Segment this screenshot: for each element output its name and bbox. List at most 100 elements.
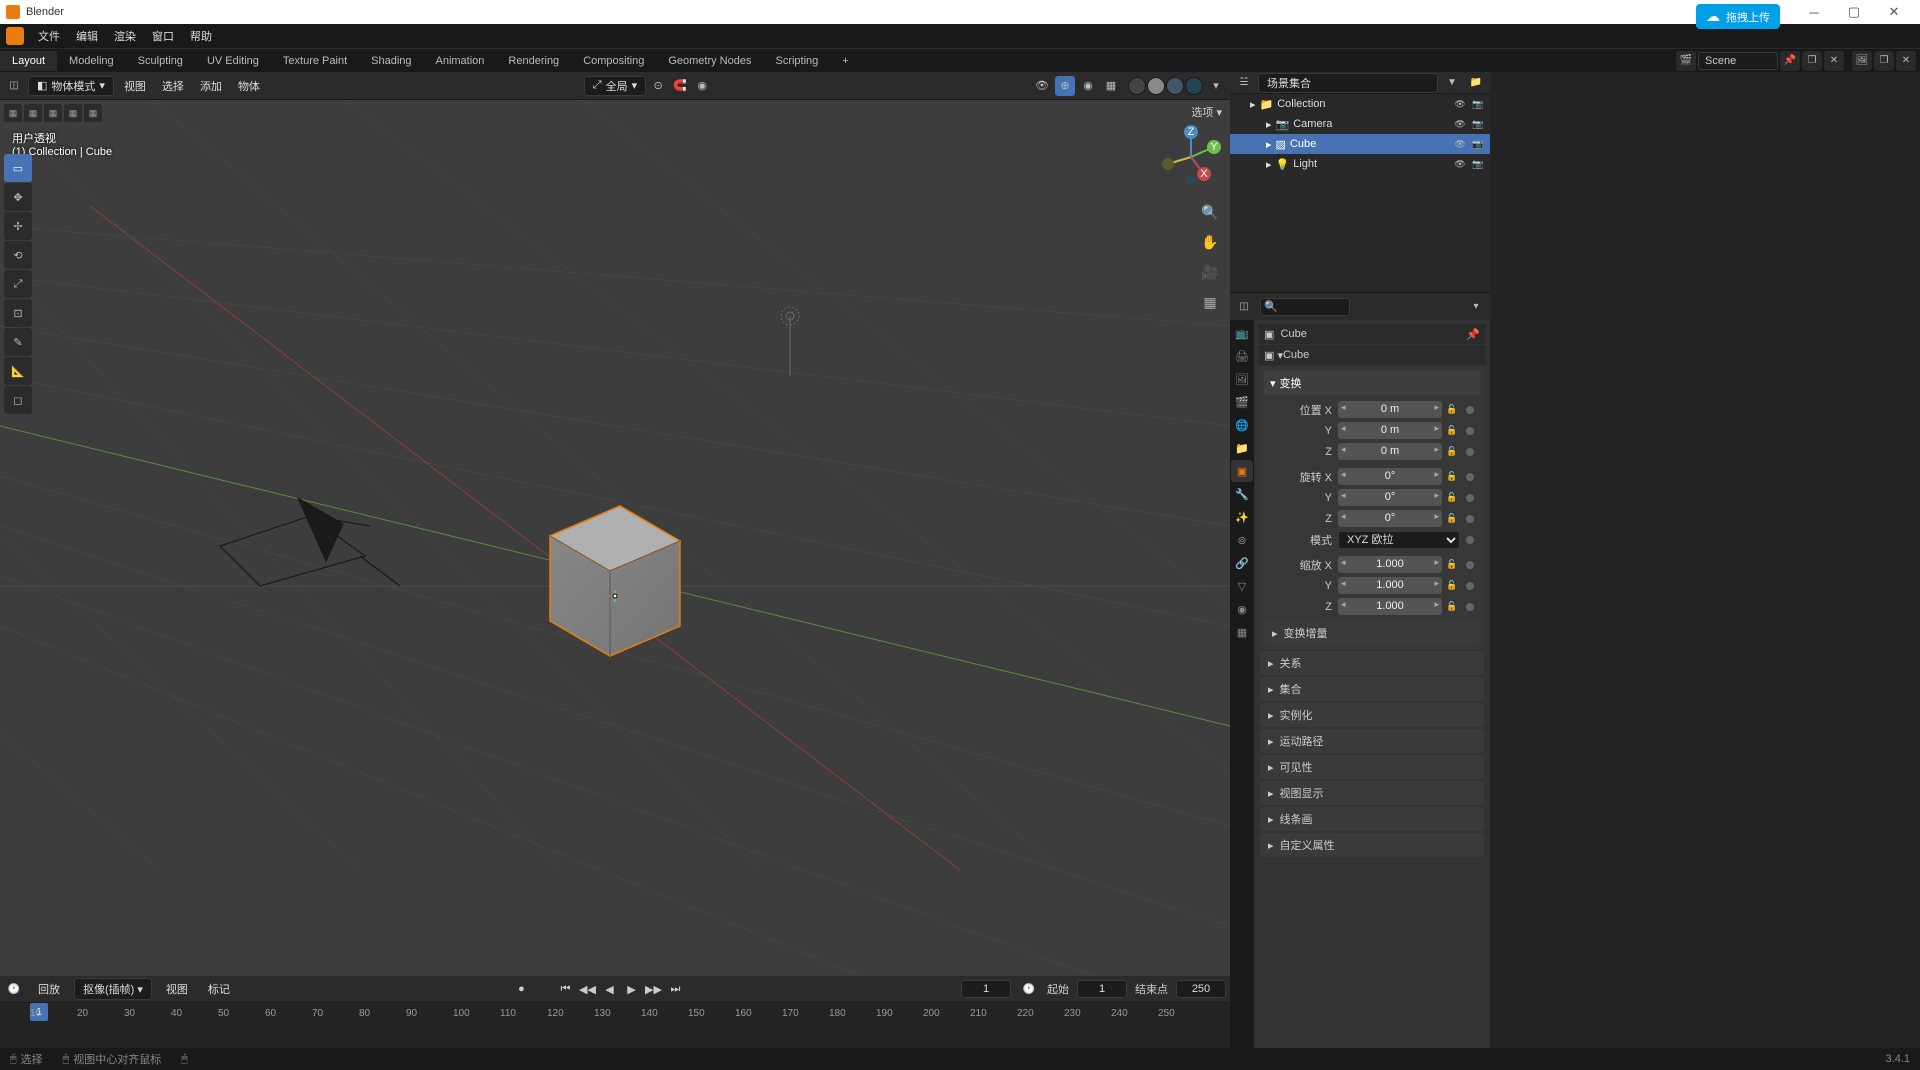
selmode-3[interactable]: ▦ xyxy=(44,104,62,122)
tool-select-box[interactable]: ▭ xyxy=(4,154,32,182)
ptab-object[interactable]: ▣ xyxy=(1231,460,1253,482)
ptab-output[interactable]: 🖨 xyxy=(1231,345,1253,367)
tab-sculpting[interactable]: Sculpting xyxy=(126,51,195,71)
scene-browse-icon[interactable]: 🎬 xyxy=(1676,51,1696,71)
breadcrumb-data[interactable]: ▣ ▾ Cube xyxy=(1258,345,1486,365)
viewlayer-new-icon[interactable]: ❐ xyxy=(1874,51,1894,71)
tool-cursor[interactable]: ✥ xyxy=(4,183,32,211)
panel-visibility[interactable]: ▸ 可见性 xyxy=(1260,755,1484,779)
play-icon[interactable]: ▶ xyxy=(621,979,641,999)
shading-solid[interactable] xyxy=(1147,77,1165,95)
props-options-icon[interactable]: ▾ xyxy=(1466,297,1486,317)
panel-relations[interactable]: ▸ 关系 xyxy=(1260,651,1484,675)
object-menu[interactable]: 物体 xyxy=(232,76,266,96)
eye-icon[interactable]: 👁 xyxy=(1452,116,1468,132)
scene-new-icon[interactable]: ❐ xyxy=(1802,51,1822,71)
selmode-2[interactable]: ▦ xyxy=(24,104,42,122)
scale-z[interactable]: ◂1.000▸ xyxy=(1338,598,1442,615)
scene-del-icon[interactable]: ✕ xyxy=(1824,51,1844,71)
outliner-item[interactable]: ▸📁Collection👁📷 xyxy=(1230,94,1490,114)
keyframe-next-icon[interactable]: ▶▶ xyxy=(643,979,663,999)
outliner-item[interactable]: ▸💡Light👁📷 xyxy=(1230,154,1490,174)
pivot-icon[interactable]: ⊙ xyxy=(648,76,668,96)
ptab-texture[interactable]: ▦ xyxy=(1231,621,1253,643)
props-editor-icon[interactable]: ◫ xyxy=(1234,297,1254,317)
ptab-viewlayer[interactable]: 🖼 xyxy=(1231,368,1253,390)
ptab-material[interactable]: ◉ xyxy=(1231,598,1253,620)
shading-wireframe[interactable] xyxy=(1128,77,1146,95)
view-menu[interactable]: 视图 xyxy=(118,76,152,96)
filter-icon[interactable]: ▼ xyxy=(1442,73,1462,93)
xray-icon[interactable]: ▦ xyxy=(1101,76,1121,96)
persp-ortho-icon[interactable]: ▦ xyxy=(1198,290,1222,314)
minimize-button[interactable]: ─ xyxy=(1794,0,1834,24)
timeline-editor-icon[interactable]: 🕐 xyxy=(4,979,24,999)
cloud-upload-button[interactable]: ☁ 拖拽上传 xyxy=(1696,4,1780,29)
panel-lineart[interactable]: ▸ 线条画 xyxy=(1260,807,1484,831)
tl-marker[interactable]: 标记 xyxy=(202,979,236,999)
ptab-physics[interactable]: ⊚ xyxy=(1231,529,1253,551)
outliner-editor-icon[interactable]: ☱ xyxy=(1234,73,1254,93)
ptab-data[interactable]: ▽ xyxy=(1231,575,1253,597)
tool-transform[interactable]: ⊡ xyxy=(4,299,32,327)
rot-z[interactable]: ◂0°▸ xyxy=(1338,510,1442,527)
eye-icon[interactable]: 👁 xyxy=(1452,136,1468,152)
rot-x[interactable]: ◂0°▸ xyxy=(1338,468,1442,485)
tab-texpaint[interactable]: Texture Paint xyxy=(271,51,359,71)
timeline-body[interactable] xyxy=(0,1028,1230,1048)
tab-add[interactable]: + xyxy=(830,51,860,71)
tab-animation[interactable]: Animation xyxy=(424,51,497,71)
panel-deltatransform[interactable]: ▸ 变换增量 xyxy=(1264,621,1480,645)
autokey-icon[interactable]: ● xyxy=(511,979,531,999)
blender-logo-icon[interactable] xyxy=(6,27,24,45)
camera-view-icon[interactable]: 🎥 xyxy=(1198,260,1222,284)
eye-icon[interactable]: 👁 xyxy=(1452,156,1468,172)
ptab-modifiers[interactable]: 🔧 xyxy=(1231,483,1253,505)
panel-collections[interactable]: ▸ 集合 xyxy=(1260,677,1484,701)
add-menu[interactable]: 添加 xyxy=(194,76,228,96)
tab-uv[interactable]: UV Editing xyxy=(195,51,271,71)
keyframe-prev-icon[interactable]: ◀◀ xyxy=(577,979,597,999)
shading-rendered[interactable] xyxy=(1185,77,1203,95)
3d-viewport[interactable]: ▦ ▦ ▦ ▦ ▦ 用户透视 (1) Collection | Cube ▭ ✥… xyxy=(0,100,1230,976)
loc-z[interactable]: ◂0 m▸ xyxy=(1338,443,1442,460)
menu-file[interactable]: 文件 xyxy=(30,25,68,47)
gizmo-icon[interactable]: ⊕ xyxy=(1055,76,1075,96)
play-rev-icon[interactable]: ◀ xyxy=(599,979,619,999)
outliner[interactable]: ▸📁Collection👁📷▸📷Camera👁📷▸▨Cube👁📷▸💡Light👁… xyxy=(1230,94,1490,292)
tab-compositing[interactable]: Compositing xyxy=(571,51,656,71)
panel-motionpaths[interactable]: ▸ 运动路径 xyxy=(1260,729,1484,753)
tl-playback[interactable]: 回放 xyxy=(32,979,66,999)
ptab-particles[interactable]: ✨ xyxy=(1231,506,1253,528)
nav-gizmo[interactable]: Z Y X xyxy=(1156,122,1226,192)
jump-end-icon[interactable]: ⏭ xyxy=(665,979,685,999)
viewlayer-del-icon[interactable]: ✕ xyxy=(1896,51,1916,71)
tool-scale[interactable]: ⤢ xyxy=(4,270,32,298)
loc-y[interactable]: ◂0 m▸ xyxy=(1338,422,1442,439)
scene-pin-icon[interactable]: 📌 xyxy=(1780,51,1800,71)
tool-measure[interactable]: 📐 xyxy=(4,357,32,385)
current-frame[interactable]: 1 xyxy=(961,980,1011,998)
tool-annotate[interactable]: ✎ xyxy=(4,328,32,356)
jump-start-icon[interactable]: ⏮ xyxy=(555,979,575,999)
tool-rotate[interactable]: ⟲ xyxy=(4,241,32,269)
editor-type-icon[interactable]: ◫ xyxy=(4,76,24,96)
transform-panel-header[interactable]: ▾ 变换 xyxy=(1264,371,1480,395)
menu-render[interactable]: 渲染 xyxy=(106,25,144,47)
tab-rendering[interactable]: Rendering xyxy=(496,51,571,71)
pan-icon[interactable]: ✋ xyxy=(1198,230,1222,254)
ptab-scene[interactable]: 🎬 xyxy=(1231,391,1253,413)
overlay-icon[interactable]: ◉ xyxy=(1078,76,1098,96)
options-dropdown[interactable]: 选项 ▾ xyxy=(1191,104,1222,120)
tab-geonodes[interactable]: Geometry Nodes xyxy=(656,51,763,71)
scene-name-input[interactable] xyxy=(1698,52,1778,70)
panel-viewportdisplay[interactable]: ▸ 视图显示 xyxy=(1260,781,1484,805)
panel-customprops[interactable]: ▸ 自定义属性 xyxy=(1260,833,1484,857)
menu-window[interactable]: 窗口 xyxy=(144,25,182,47)
tab-shading[interactable]: Shading xyxy=(359,51,423,71)
tab-layout[interactable]: Layout xyxy=(0,51,57,71)
shading-material[interactable] xyxy=(1166,77,1184,95)
tool-move[interactable]: ✢ xyxy=(4,212,32,240)
tab-modeling[interactable]: Modeling xyxy=(57,51,126,71)
rotation-mode-dropdown[interactable]: XYZ 欧拉 xyxy=(1338,531,1460,549)
